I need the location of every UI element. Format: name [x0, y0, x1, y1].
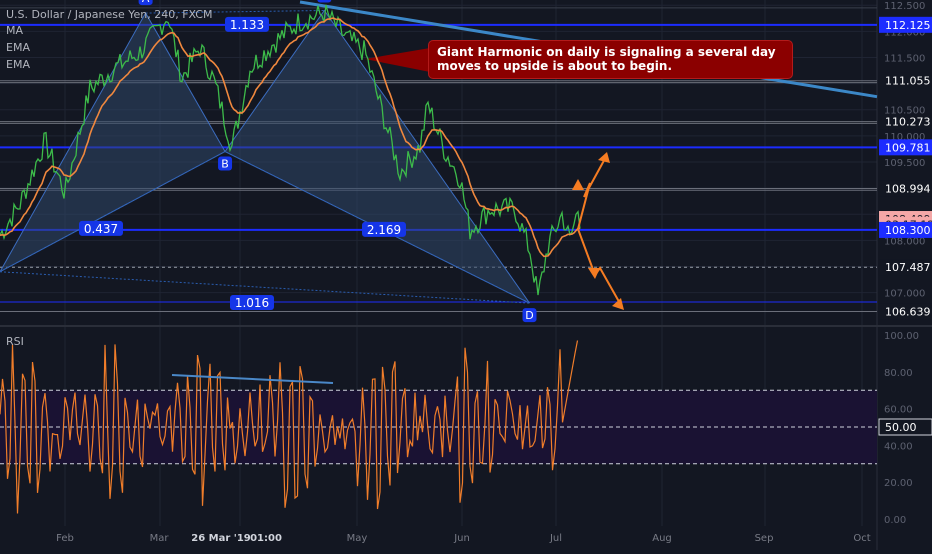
rsi-axis-tick: 100.00 [884, 331, 919, 342]
point-label-b: B [221, 158, 229, 171]
chart-svg[interactable]: ABCD 1.1330.4372.1691.016 112.500112.000… [0, 0, 932, 550]
price-label: 108.994 [885, 182, 931, 195]
price-label: 109.781 [885, 141, 931, 154]
rsi-axis-tick: 60.00 [884, 405, 913, 416]
price-label: 112.125 [885, 19, 931, 32]
rsi-axis-tick: 20.00 [884, 478, 913, 489]
ratio-label: 1.133 [230, 18, 264, 32]
ratio-label: 1.016 [235, 296, 269, 310]
time-axis-label: Aug [652, 533, 672, 544]
time-axis-label: Jun [453, 533, 470, 544]
annotation-callout[interactable]: Giant Harmonic on daily is signaling a s… [428, 40, 793, 79]
rsi-highlight-label: 50.00 [885, 421, 917, 434]
time-axis-label: Oct [853, 533, 870, 544]
indicator-ma-label[interactable]: MA [6, 22, 23, 39]
rsi-title: RSI [6, 335, 24, 348]
chart[interactable]: ABCD 1.1330.4372.1691.016 112.500112.000… [0, 0, 932, 550]
price-axis-tick: 112.500 [884, 1, 925, 12]
rsi-axis-tick: 80.00 [884, 368, 913, 379]
rsi-axis-tick: 40.00 [884, 441, 913, 452]
time-axis-label: Sep [755, 533, 774, 544]
indicator-ema-label-2[interactable]: EMA [6, 56, 30, 73]
chart-title: U.S. Dollar / Japanese Yen, 240, FXCM [6, 8, 213, 21]
indicator-ema-label[interactable]: EMA [6, 39, 30, 56]
time-axis-label: 01:00 [250, 533, 282, 544]
time-axis-label: Jul [549, 533, 562, 544]
price-label: 110.273 [885, 116, 931, 129]
ratio-label: 2.169 [367, 223, 401, 237]
price-label: 107.487 [885, 261, 931, 274]
point-label-c: C [320, 0, 328, 2]
point-label-d: D [525, 309, 533, 322]
time-axis-label: Feb [56, 533, 74, 544]
price-label: 111.055 [885, 75, 931, 88]
time-axis-label: Mar [150, 533, 170, 544]
price-axis-tick: 108.000 [884, 236, 925, 247]
time-axis-label: 26 Mar '19 [191, 533, 251, 544]
ratio-label: 0.437 [84, 222, 118, 236]
price-axis-tick: 107.000 [884, 289, 925, 300]
point-label-a: A [142, 0, 150, 5]
rsi-axis-tick: 0.00 [884, 515, 906, 526]
price-axis-tick: 109.500 [884, 158, 925, 169]
time-axis-label: May [347, 533, 368, 544]
price-axis-tick: 111.500 [884, 53, 925, 64]
price-label: 106.639 [885, 306, 931, 319]
price-label: 108.300 [885, 224, 931, 237]
